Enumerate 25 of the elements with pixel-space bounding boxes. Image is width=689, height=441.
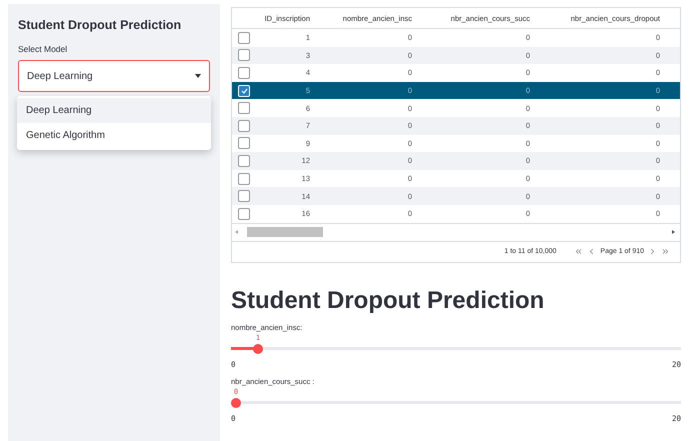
last-page-icon[interactable]: [661, 247, 670, 256]
row-checkbox[interactable]: [238, 49, 250, 62]
sidebar-title: Student Dropout Prediction: [18, 18, 182, 32]
select-label: Select Model: [18, 44, 68, 54]
first-page-icon[interactable]: [574, 247, 584, 256]
row-checkbox[interactable]: [238, 32, 250, 44]
slider-thumb[interactable]: [253, 344, 263, 354]
model-select[interactable]: Deep Learning: [18, 60, 210, 92]
row-checkbox[interactable]: [238, 66, 250, 79]
row-checkbox[interactable]: [238, 208, 250, 220]
slider-track[interactable]: [231, 344, 681, 354]
dropdown-option[interactable]: Genetic Algorithm: [17, 123, 211, 148]
row-checkbox[interactable]: [238, 190, 250, 202]
page-heading: Student Dropout Prediction: [231, 286, 546, 315]
row-checkbox[interactable]: [238, 102, 250, 114]
dropdown-option[interactable]: Deep Learning: [17, 98, 211, 123]
row-checkbox[interactable]: [238, 137, 250, 150]
slider-thumb[interactable]: [231, 398, 241, 408]
row-checkbox[interactable]: [238, 172, 250, 185]
caret-icon: [195, 74, 201, 78]
check-icon: [240, 88, 248, 94]
row-checkbox[interactable]: [238, 154, 250, 167]
next-page-icon[interactable]: [648, 247, 657, 256]
row-checkbox[interactable]: [238, 120, 250, 132]
slider-track[interactable]: [231, 398, 681, 408]
